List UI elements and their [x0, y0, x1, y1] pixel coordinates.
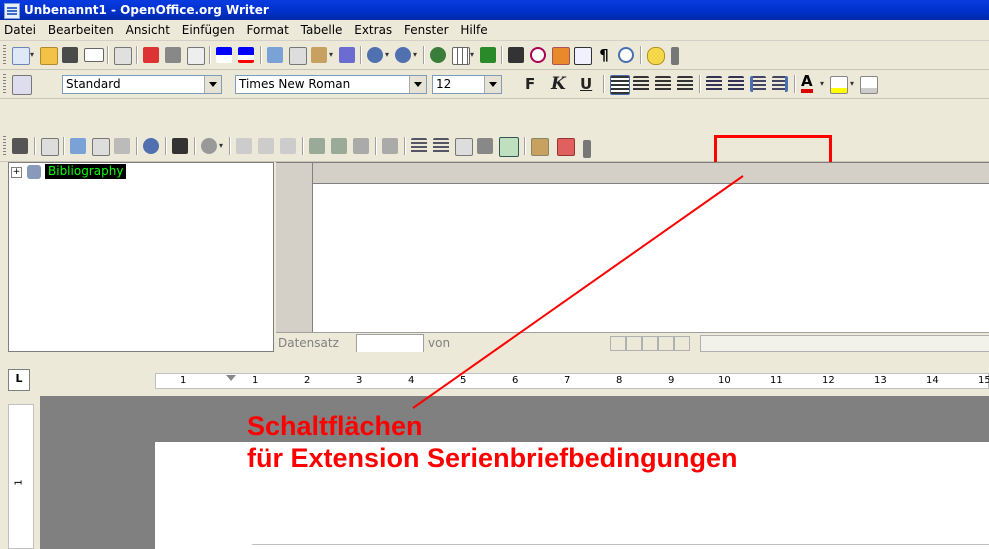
- annotation-line-1: Schaltflächen: [247, 411, 423, 441]
- arrow-line: [412, 175, 744, 409]
- annotation-line-2: für Extension Serienbriefbedingungen: [247, 443, 738, 473]
- annotation-text: Schaltflächen für Extension Serienbriefb…: [247, 410, 738, 474]
